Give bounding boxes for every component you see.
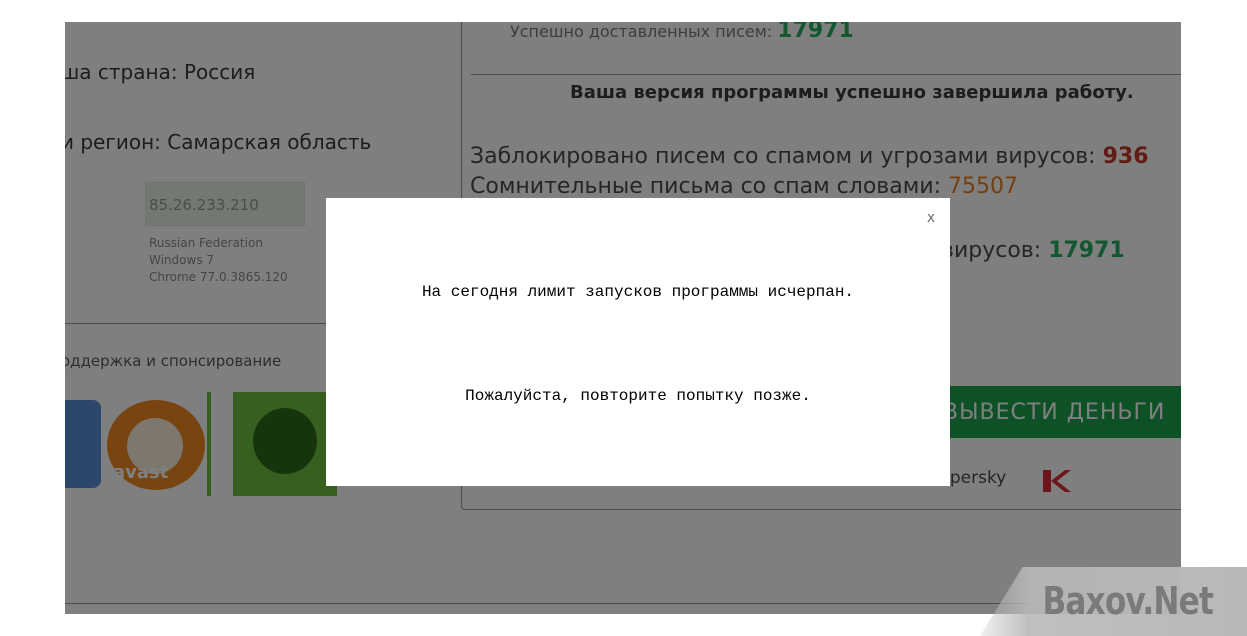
close-icon[interactable]: x [923,208,939,228]
watermark-text: Baxov.Net [1042,579,1213,623]
modal-message-limit: На сегодня лимит запусков программы исче… [421,283,855,301]
watermark: Baxov.Net [980,567,1247,636]
modal-message-retry: Пожалуйста, повторите попытку позже. [465,387,811,405]
limit-modal: x На сегодня лимит запусков программы ис… [326,198,950,486]
